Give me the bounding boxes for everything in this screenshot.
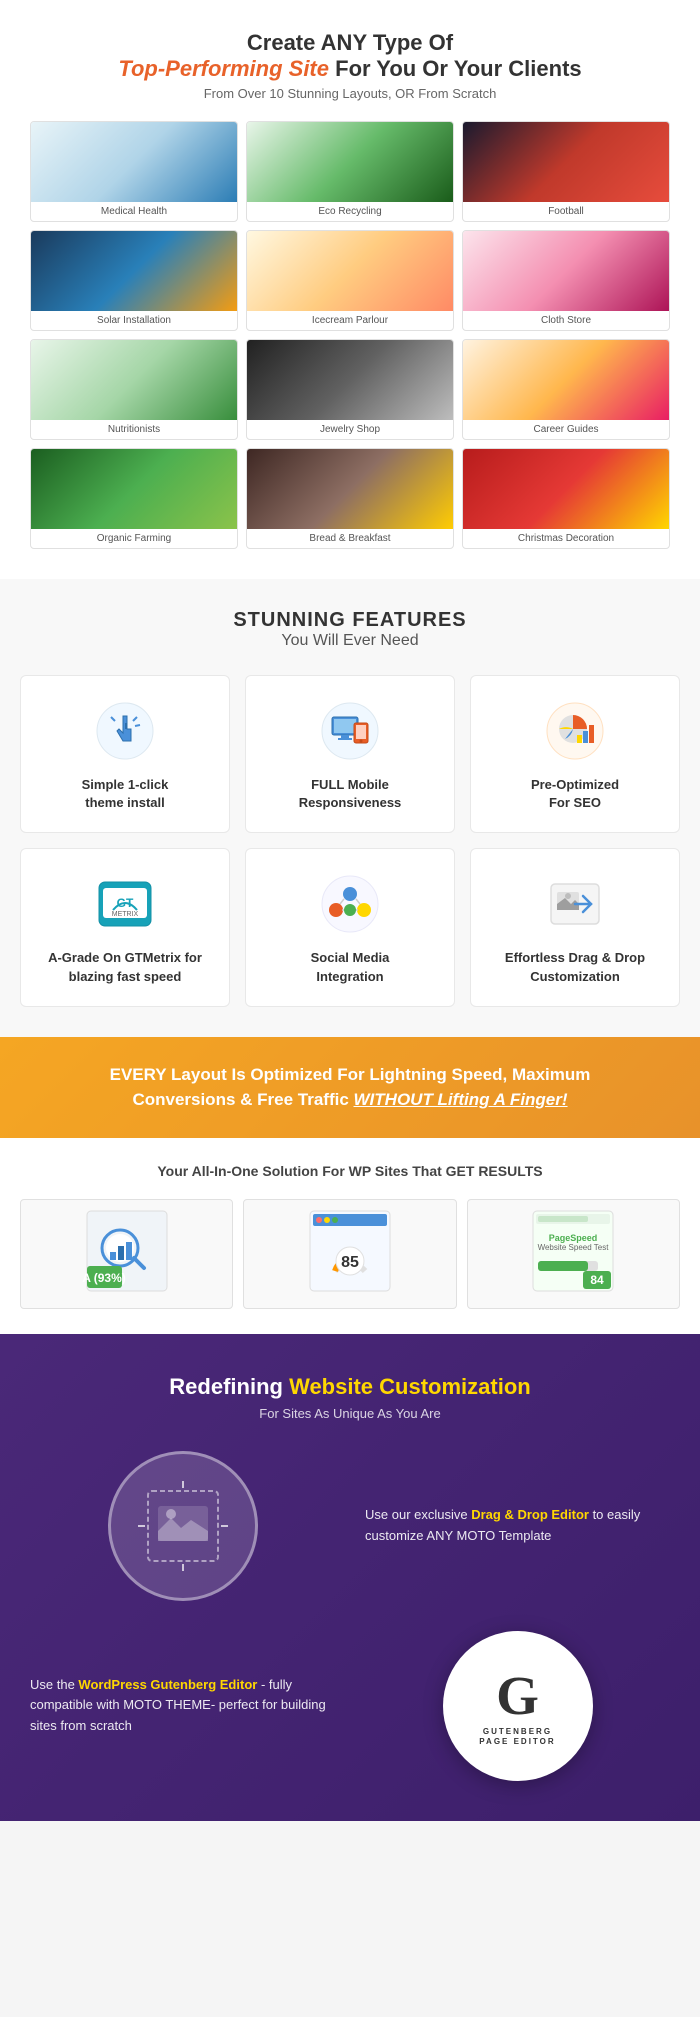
demo-label-christmas: Christmas Decoration [463,529,669,548]
demo-item-football[interactable]: Football [462,121,670,222]
gutenberg-g: G [496,1664,539,1727]
demo-label-nutrition: Nutritionists [31,420,237,439]
custom-grid: Use our exclusive Drag & Drop Editor to … [30,1451,670,1781]
demo-label-organic: Organic Farming [31,529,237,548]
features-subtitle: You Will Ever Need [20,632,680,650]
demo-item-cloth[interactable]: Cloth Store [462,230,670,331]
demo-label-bread: Bread & Breakfast [247,529,453,548]
feature-title-speed: A-Grade On GTMetrix forblazing fast spee… [36,949,214,985]
feature-title-install: Simple 1-clicktheme install [36,776,214,812]
svg-text:85: 85 [341,1254,359,1271]
demo-item-solar[interactable]: Solar Installation [30,230,238,331]
gutenberg-circle: G GUTENBERGPAGE EDITOR [443,1631,593,1781]
features-title: STUNNING FEATURES [20,609,680,632]
demo-item-nutrition[interactable]: Nutritionists [30,339,238,440]
hero-subtitle: From Over 10 Stunning Layouts, OR From S… [20,86,680,101]
seo-icon [545,701,605,761]
demo-thumb-career [463,340,669,420]
svg-text:A (93%): A (93%) [82,1271,126,1285]
custom-section-title: Redefining Website Customization [30,1374,670,1400]
demo-thumb-organic [31,449,237,529]
demo-label-jewelry: Jewelry Shop [247,420,453,439]
mobile-icon [320,701,380,761]
feature-card-mobile: FULL MobileResponsiveness [245,675,455,833]
demo-item-medical[interactable]: Medical Health [30,121,238,222]
svg-text:PageSpeed: PageSpeed [549,1233,598,1243]
social-icon [320,874,380,934]
custom-title-accent: Website Customization [289,1374,531,1399]
feature-card-seo: Pre-OptimizedFor SEO [470,675,680,833]
perf-grid: A (93%) 85 [20,1199,680,1309]
demo-item-organic[interactable]: Organic Farming [30,448,238,549]
demo-thumb-eco [247,122,453,202]
drag-drop-bold: Drag & Drop Editor [471,1507,589,1522]
demo-label-cloth: Cloth Store [463,311,669,330]
hero-title: Create ANY Type Of Top-Performing Site F… [20,30,680,82]
custom-title-pre: Redefining [169,1374,289,1399]
demo-item-bread[interactable]: Bread & Breakfast [246,448,454,549]
performance-section: Your All-In-One Solution For WP Sites Th… [0,1138,700,1334]
demo-item-jewelry[interactable]: Jewelry Shop [246,339,454,440]
demo-thumb-cloth [463,231,669,311]
demo-label-football: Football [463,202,669,221]
perf-title: Your All-In-One Solution For WP Sites Th… [20,1163,680,1179]
custom-subtitle: For Sites As Unique As You Are [30,1406,670,1421]
demo-thumb-jewelry [247,340,453,420]
feature-card-drag: Effortless Drag & DropCustomization [470,848,680,1006]
feature-title-social: Social MediaIntegration [261,949,439,985]
demo-label-solar: Solar Installation [31,311,237,330]
demo-grid: Medical Health Eco Recycling Football So… [20,121,680,549]
drag-drop-icon [545,874,605,934]
wp-editor-bold: WordPress Gutenberg Editor [78,1677,257,1692]
demo-item-career[interactable]: Career Guides [462,339,670,440]
demo-thumb-medical [31,122,237,202]
drag-drop-circle [108,1451,258,1601]
drag-drop-visual [133,1476,233,1576]
features-section: STUNNING FEATURES You Will Ever Need Sim… [0,579,700,1037]
perf-analytics-inner: A (93%) [77,1201,177,1306]
demo-item-christmas[interactable]: Christmas Decoration [462,448,670,549]
perf-card-analytics: A (93%) [20,1199,233,1309]
demo-item-icecream[interactable]: Icecream Parlour [246,230,454,331]
svg-text:METRIX: METRIX [112,911,139,918]
perf-pagespeed-inner: PageSpeed Website Speed Test 84 [523,1201,623,1306]
customization-section: Redefining Website Customization For Sit… [0,1334,700,1821]
features-grid: Simple 1-clicktheme install FULL Mob [20,675,680,1007]
hero-title-post: For You Or Your Clients [335,56,582,81]
hero-title-accent: Top-Performing Site [118,56,329,81]
cursor-icon [95,701,155,761]
demo-item-eco[interactable]: Eco Recycling [246,121,454,222]
feature-card-speed: GT METRIX A-Grade On GTMetrix forblazing… [20,848,230,1006]
gutenberg-text: Use the WordPress Gutenberg Editor - ful… [30,1675,335,1737]
demo-label-eco: Eco Recycling [247,202,453,221]
feature-card-install: Simple 1-clicktheme install [20,675,230,833]
demo-thumb-christmas [463,449,669,529]
banner-section: EVERY Layout Is Optimized For Lightning … [0,1037,700,1138]
perf-gtmetrix-inner: 85 [300,1201,400,1306]
demo-thumb-nutrition [31,340,237,420]
demo-thumb-icecream [247,231,453,311]
demo-label-medical: Medical Health [31,202,237,221]
feature-title-seo: Pre-OptimizedFor SEO [486,776,664,812]
demo-label-career: Career Guides [463,420,669,439]
demo-thumb-solar [31,231,237,311]
feature-card-social: Social MediaIntegration [245,848,455,1006]
svg-text:Website Speed Test: Website Speed Test [538,1243,610,1252]
hero-section: Create ANY Type Of Top-Performing Site F… [0,0,700,579]
perf-card-gtmetrix: 85 [243,1199,456,1309]
feature-title-mobile: FULL MobileResponsiveness [261,776,439,812]
demo-thumb-bread [247,449,453,529]
perf-card-pagespeed: PageSpeed Website Speed Test 84 [467,1199,680,1309]
feature-title-drag: Effortless Drag & DropCustomization [486,949,664,985]
demo-label-icecream: Icecream Parlour [247,311,453,330]
hero-title-pre: Create ANY Type Of [247,30,453,55]
demo-thumb-football [463,122,669,202]
gutenberg-label: GUTENBERGPAGE EDITOR [479,1727,555,1748]
svg-text:84: 84 [591,1273,605,1287]
drag-drop-text: Use our exclusive Drag & Drop Editor to … [365,1505,670,1547]
speed-icon: GT METRIX [95,874,155,934]
banner-text: EVERY Layout Is Optimized For Lightning … [40,1062,660,1113]
